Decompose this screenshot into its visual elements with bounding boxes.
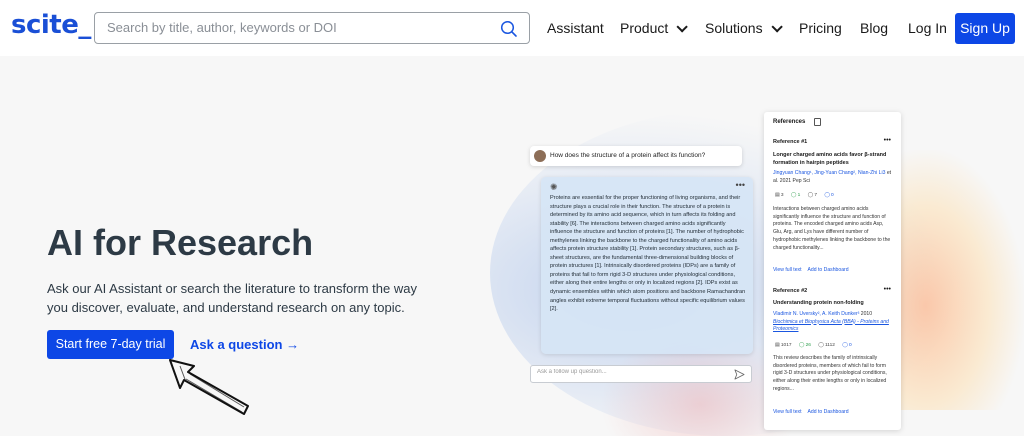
hero-description: Ask our AI Assistant or search the liter… [47,281,417,315]
followup-input[interactable] [537,369,727,375]
references-panel: References Reference #1 ••• Longer charg… [764,112,901,430]
search-icon[interactable] [499,19,519,39]
send-icon[interactable] [734,369,745,380]
nav-product[interactable]: Product [620,20,689,36]
reference-actions: View full text Add to Dashboard [773,409,855,415]
reference-title[interactable]: Understanding protein non-folding [773,299,893,307]
nav-assistant[interactable]: Assistant [547,20,604,36]
chevron-down-icon [771,21,783,33]
add-to-dashboard-link[interactable]: Add to Dashboard [808,267,849,273]
badge-supporting-icon: ◯ 26 [798,343,811,348]
nav-solutions-label: Solutions [705,20,763,36]
nav-pricing[interactable]: Pricing [799,20,842,36]
more-options-icon[interactable]: ••• [884,286,891,293]
chat-answer-card: ✺ ••• Proteins are essential for the pro… [541,177,753,354]
add-to-dashboard-link[interactable]: Add to Dashboard [808,409,849,415]
reference-label: Reference #1 [773,139,808,145]
badge-total-icon: ▤ 1017 [775,343,792,348]
ai-assistant-icon: ✺ [550,182,558,192]
scite-logo[interactable]: scite_ [11,10,91,40]
nav-blog[interactable]: Blog [860,20,888,36]
followup-box[interactable] [530,365,752,383]
nav-solutions[interactable]: Solutions [705,20,783,36]
chevron-down-icon [676,21,689,33]
reference-snippet: This review describes the family of intr… [773,355,887,392]
more-options-icon[interactable]: ••• [884,137,891,144]
reference-author-links[interactable]: Jingyuan Chang¹, Jing-Yuan Chang², Nian-… [773,170,885,176]
reference-authors: Vladimir N. Uversky², A. Keith Dunker³ 2… [773,311,893,334]
search-input[interactable] [107,20,487,35]
nav-product-label: Product [620,20,669,36]
reference-authors: Jingyuan Chang¹, Jing-Yuan Chang², Nian-… [773,170,893,185]
badge-total-icon: ▤ 3 [775,193,784,198]
avatar [534,150,546,162]
reference-label: Reference #2 [773,288,808,294]
citation-badges: ▤ 3 ◯ 1 ◯ 7 ◯ 0 [773,192,838,199]
copy-icon[interactable] [814,118,821,126]
chat-question-bubble: How does the structure of a protein affe… [530,146,742,166]
start-trial-button[interactable]: Start free 7-day trial [47,330,174,359]
chat-question-text: How does the structure of a protein affe… [550,152,706,159]
badge-mentioning-icon: ◯ 1112 [818,343,835,348]
chat-answer-text: Proteins are essential for the proper fu… [550,195,746,313]
view-full-text-link[interactable]: View full text [773,409,802,415]
reference-actions: View full text Add to Dashboard [773,267,855,273]
badge-supporting-icon: ◯ 1 [790,193,801,198]
view-full-text-link[interactable]: View full text [773,267,802,273]
reference-snippet: Interactions between charged amino acids… [773,206,891,251]
references-heading: References [773,119,806,125]
more-options-icon[interactable]: ••• [736,180,745,190]
badge-mentioning-icon: ◯ 7 [807,193,817,198]
reference-title[interactable]: Longer charged amino acids favor β-stran… [773,151,893,167]
badge-contrasting-icon: ◯ 0 [824,193,834,198]
citation-badges: ▤ 1017 ◯ 26 ◯ 1112 ◯ 0 [773,342,856,349]
hero-title: AI for Research [47,222,314,263]
ask-question-link[interactable]: Ask a question → [190,337,299,352]
reference-author-links[interactable]: Vladimir N. Uversky², A. Keith Dunker³ [773,311,859,317]
search-bar[interactable] [94,12,530,44]
reference-meta: 2010 [859,311,873,317]
top-nav: scite_ Assistant Product Solutions Prici… [0,0,1024,56]
badge-contrasting-icon: ◯ 0 [842,343,852,348]
sign-up-button[interactable]: Sign Up [955,13,1015,44]
hand-drawn-arrow-icon [169,359,249,415]
nav-login[interactable]: Log In [908,20,947,36]
reference-journal[interactable]: Biochimica et Biophysica Acta (BBA) - Pr… [773,319,889,333]
